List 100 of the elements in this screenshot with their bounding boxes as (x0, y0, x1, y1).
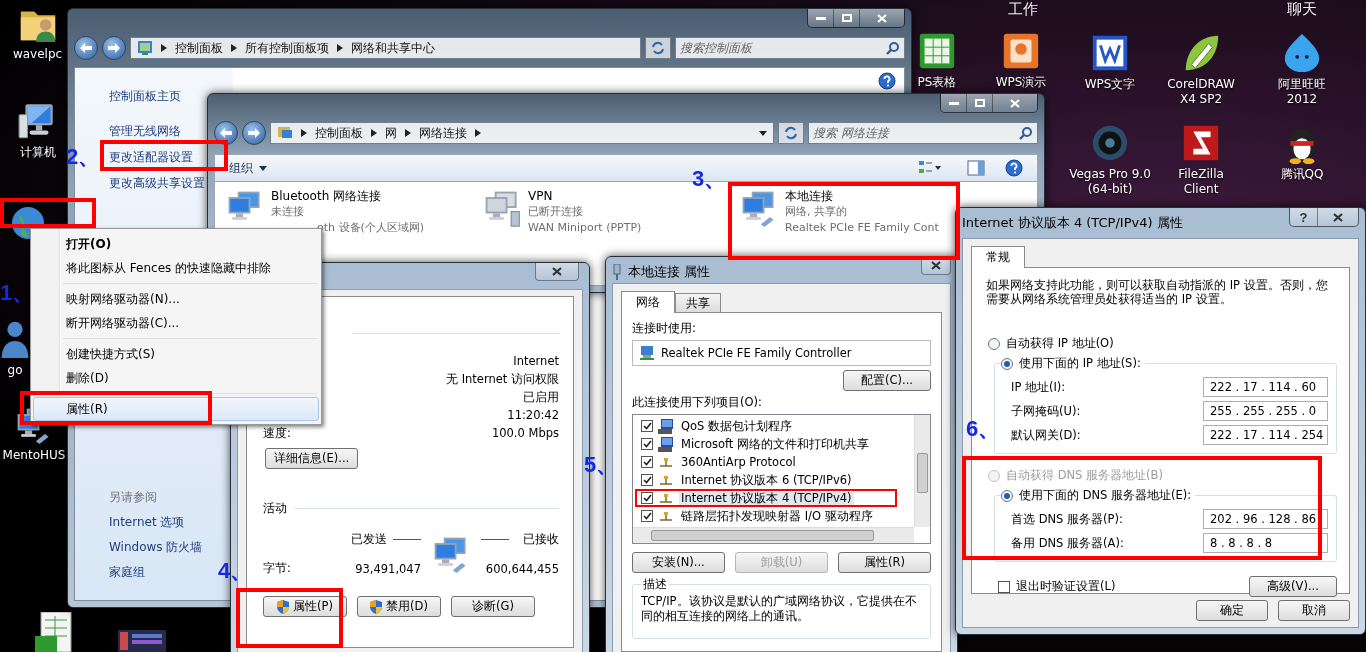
organize-menu[interactable]: 组织 (229, 159, 267, 177)
ip-address-field[interactable]: 222 . 17 . 114 . 254 (1203, 425, 1328, 445)
breadcrumb-arrow-icon[interactable] (161, 44, 167, 52)
breadcrumb-item[interactable]: 网络和共享中心 (351, 39, 435, 57)
desktop-icon-label[interactable]: CorelDRAW X4 SP2 (1160, 77, 1242, 107)
back-button[interactable] (74, 36, 98, 60)
breadcrumb-arrow-icon[interactable] (475, 129, 481, 137)
desktop-icon-label[interactable]: 计算机 (19, 145, 56, 160)
checkbox[interactable] (998, 580, 1010, 593)
breadcrumb-arrow-icon[interactable] (301, 129, 307, 137)
minimize-button[interactable] (808, 9, 834, 27)
close-button[interactable] (921, 257, 951, 275)
ip-address-field[interactable]: 222 . 17 . 114 . 60 (1203, 377, 1328, 397)
breadcrumb-arrow-icon[interactable] (337, 44, 343, 52)
component-item[interactable]: 链路层拓扑发现映射器 I/O 驱动程序 (679, 509, 875, 523)
search-box[interactable]: 搜索控制面板 (675, 37, 905, 59)
radio-option[interactable]: 自动获得 IP 地址(O) (988, 334, 1337, 353)
radio-button[interactable] (1001, 357, 1013, 370)
ip-address-field[interactable]: 8 . 8 . 8 . 8 (1203, 533, 1328, 553)
desktop-icon-label[interactable]: WPS演示 (995, 75, 1047, 90)
desktop-icon-label[interactable]: 腾讯QQ (1280, 167, 1324, 182)
menu-item[interactable]: 断开网络驱动器(C)... (33, 311, 319, 335)
checkbox[interactable] (641, 492, 653, 504)
breadcrumb-arrow-icon[interactable] (371, 129, 377, 137)
connection-name[interactable]: VPN (528, 188, 553, 204)
horizontal-scrollbar[interactable] (633, 527, 914, 543)
configure-button[interactable]: 配置(C)... (843, 370, 931, 391)
breadcrumb-item[interactable]: 所有控制面板项 (245, 39, 329, 57)
refresh-button[interactable] (645, 37, 671, 59)
tab[interactable]: 网络 (621, 291, 675, 313)
vertical-scrollbar[interactable] (914, 415, 930, 527)
preview-pane-icon[interactable] (967, 160, 985, 176)
menu-item[interactable]: 删除(D) (33, 366, 319, 390)
search-box[interactable]: 搜索 网络连接 (808, 122, 1038, 144)
task-link[interactable]: 控制面板主页 (109, 88, 181, 104)
component-item[interactable]: Internet 协议版本 6 (TCP/IPv6) (679, 473, 854, 487)
menu-item[interactable]: 打开(O) (33, 232, 319, 256)
breadcrumb-item[interactable]: 控制面板 (315, 124, 363, 142)
task-link[interactable]: 更改适配器设置 (109, 149, 193, 165)
checkbox[interactable] (641, 456, 653, 468)
desktop-icon-label[interactable]: go (7, 363, 23, 378)
close-button[interactable] (993, 94, 1037, 112)
minimize-button[interactable] (941, 94, 967, 112)
tab[interactable]: 常规 (971, 246, 1025, 268)
dialog-button[interactable]: 禁用(D) (357, 596, 441, 617)
refresh-button[interactable] (778, 122, 804, 144)
checkbox[interactable] (641, 474, 653, 486)
maximize-button[interactable] (967, 94, 993, 112)
radio-option[interactable]: 使用下面的 IP 地址(S): (1001, 354, 1145, 373)
dropdown-caret-icon[interactable] (759, 130, 767, 136)
radio-button[interactable] (1001, 489, 1013, 502)
spreadsheet-icon[interactable] (35, 612, 75, 652)
desktop-icon-label[interactable]: MentoHUS (2, 448, 66, 463)
forward-button[interactable] (242, 121, 266, 145)
menu-item[interactable]: 映射网络驱动器(N)... (33, 287, 319, 311)
details-button[interactable]: 详细信息(E)... (265, 448, 359, 469)
advanced-button[interactable]: 高级(V)... (1249, 576, 1337, 597)
close-button[interactable] (860, 9, 904, 27)
app-thumbnail-icon[interactable] (118, 630, 166, 652)
see-also-link[interactable]: Internet 选项 (109, 514, 185, 530)
breadcrumb-item[interactable]: 控制面板 (175, 39, 223, 57)
close-button[interactable] (535, 263, 579, 281)
address-bar[interactable]: 控制面板 网 网络连接 (270, 122, 774, 144)
radio-button[interactable] (988, 337, 1000, 350)
desktop-icon-label[interactable]: 阿里旺旺 2012 (1262, 77, 1342, 107)
desktop-icon-label[interactable]: WPS文字 (1084, 77, 1136, 92)
back-button[interactable] (214, 121, 238, 145)
component-item[interactable]: 360AntiArp Protocol (679, 455, 798, 469)
tab[interactable]: 共享 (675, 293, 721, 312)
maximize-button[interactable] (834, 9, 860, 27)
view-options-icon[interactable] (919, 160, 941, 176)
address-bar[interactable]: 控制面板 所有控制面板项 网络和共享中心 (130, 37, 641, 59)
checkbox[interactable] (641, 420, 653, 432)
dialog-button[interactable]: 安装(N)... (632, 552, 725, 573)
desktop-icon-label[interactable]: wavelpc (12, 47, 63, 62)
search-field[interactable]: 搜索控制面板 (680, 41, 882, 55)
forward-button[interactable] (102, 36, 126, 60)
menu-item[interactable]: 将此图标从 Fences 的快速隐藏中排除 (33, 256, 319, 280)
task-link[interactable]: 更改高级共享设置 (109, 175, 205, 191)
breadcrumb-item[interactable]: 网络连接 (419, 124, 467, 142)
validate-checkbox-option[interactable]: 退出时验证设置(L) (998, 577, 1116, 596)
dialog-button[interactable]: 属性(R) (838, 552, 931, 573)
help-icon[interactable] (878, 72, 896, 90)
component-item[interactable]: Microsoft 网络的文件和打印机共享 (679, 437, 871, 451)
help-icon[interactable] (1005, 159, 1023, 177)
radio-option[interactable]: 使用下面的 DNS 服务器地址(E): (1001, 486, 1196, 505)
connection-name[interactable]: Bluetooth 网络连接 (271, 188, 382, 204)
see-also-link[interactable]: Windows 防火墙 (109, 539, 203, 555)
see-also-link[interactable]: 家庭组 (109, 564, 145, 580)
dialog-button[interactable]: 取消 (1278, 600, 1350, 621)
desktop-icon-label[interactable]: FileZilla Client (1160, 167, 1242, 197)
search-field[interactable]: 搜索 网络连接 (813, 126, 1015, 140)
dialog-button[interactable]: 属性(P) (263, 596, 347, 617)
close-button[interactable] (1318, 208, 1358, 226)
dialog-button[interactable]: 诊断(G) (451, 596, 535, 617)
component-item[interactable]: Internet 协议版本 4 (TCP/IPv4) (679, 491, 854, 505)
ip-address-field[interactable]: 255 . 255 . 255 . 0 (1203, 401, 1328, 421)
breadcrumb-item[interactable]: 网 (385, 124, 397, 142)
breadcrumb-arrow-icon[interactable] (231, 44, 237, 52)
dialog-button[interactable]: 确定 (1196, 600, 1268, 621)
